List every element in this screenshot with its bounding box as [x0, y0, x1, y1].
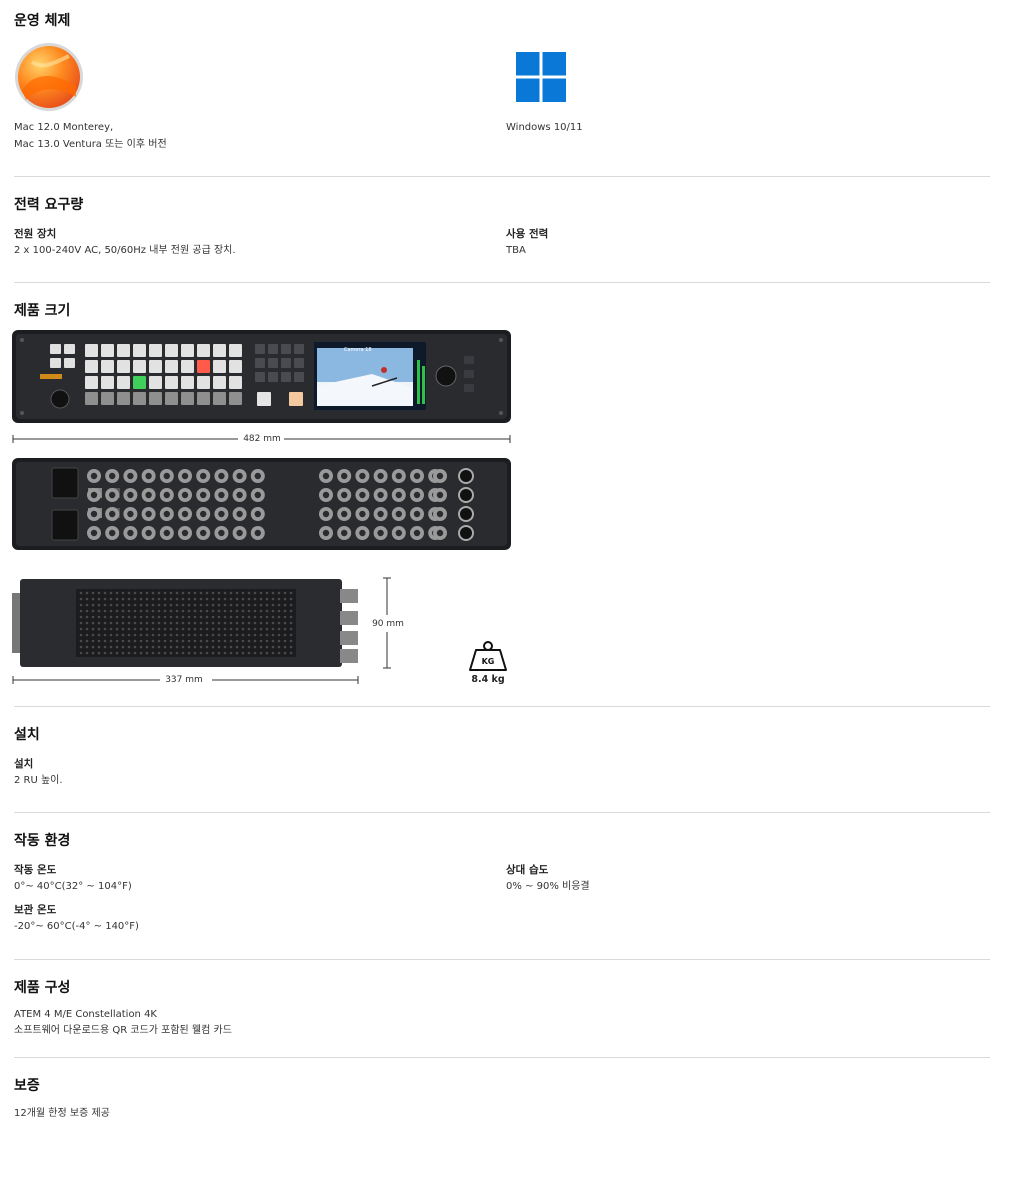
- windows-logo-icon: [516, 52, 566, 102]
- height-label: 90 mm: [368, 616, 408, 632]
- divider: [14, 959, 990, 960]
- width-label: 482 mm: [243, 434, 281, 444]
- operating-temp-value: 0°~ 40°C(32° ~ 104°F): [14, 881, 132, 892]
- section-title-install: 설치: [14, 727, 40, 743]
- product-front-image: Camera 18: [12, 330, 511, 423]
- contents-line2: 소프트웨어 다운로드용 QR 코드가 포함된 웰컴 카드: [14, 1025, 232, 1036]
- weight-icon-text: KG: [482, 657, 495, 666]
- macos-logo-icon: [14, 42, 84, 112]
- section-title-size: 제품 크기: [14, 303, 71, 319]
- section-title-warranty: 보증: [14, 1078, 40, 1094]
- install-label: 설치: [14, 758, 34, 770]
- divider: [14, 812, 990, 813]
- product-rear-image: [12, 458, 511, 550]
- operating-temp-label: 작동 온도: [14, 864, 57, 876]
- humidity-label: 상대 습도: [506, 864, 549, 876]
- divider: [14, 706, 990, 707]
- humidity-value: 0% ~ 90% 비응결: [506, 881, 590, 892]
- storage-temp-value: -20°~ 60°C(-4° ~ 140°F): [14, 921, 139, 932]
- power-usage-label: 사용 전력: [506, 228, 549, 240]
- mac-version-line1: Mac 12.0 Monterey,: [14, 122, 114, 133]
- product-side-image: [12, 575, 360, 671]
- weight-icon: KG: [468, 640, 508, 672]
- section-title-environment: 작동 환경: [14, 833, 71, 849]
- mac-version-line2: Mac 13.0 Ventura 또는 이후 버전: [14, 139, 167, 150]
- divider: [14, 282, 990, 283]
- power-usage-value: TBA: [506, 245, 526, 256]
- section-title-power: 전력 요구량: [14, 197, 84, 213]
- screen-label: Camera 18: [344, 347, 372, 353]
- warranty-value: 12개월 한정 보증 제공: [14, 1108, 110, 1119]
- divider: [14, 1057, 990, 1058]
- storage-temp-label: 보관 온도: [14, 904, 57, 916]
- power-supply-value: 2 x 100-240V AC, 50/60Hz 내부 전원 공급 장치.: [14, 245, 236, 256]
- contents-line1: ATEM 4 M/E Constellation 4K: [14, 1009, 157, 1020]
- weight-label: 8.4 kg: [471, 674, 505, 685]
- divider: [14, 176, 990, 177]
- section-title-os: 운영 체제: [14, 13, 71, 29]
- install-value: 2 RU 높이.: [14, 775, 63, 786]
- depth-label: 337 mm: [165, 675, 203, 685]
- windows-version: Windows 10/11: [506, 122, 583, 133]
- power-supply-label: 전원 장치: [14, 228, 57, 240]
- section-title-contents: 제품 구성: [14, 980, 71, 996]
